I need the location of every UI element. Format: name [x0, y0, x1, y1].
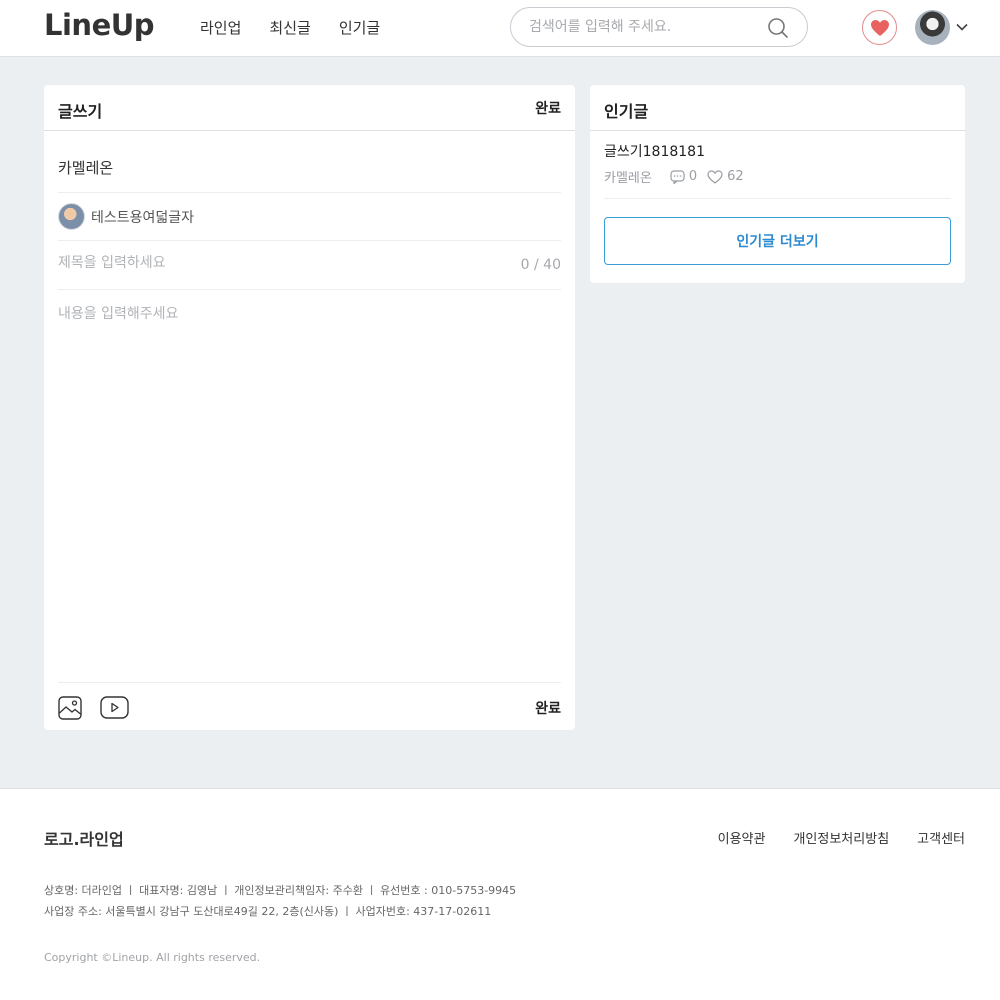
like-count-value: 62	[727, 169, 744, 184]
popular-post-author: 카멜레온	[604, 171, 652, 186]
favorites-button[interactable]	[862, 10, 897, 45]
comment-count: 0	[670, 169, 697, 184]
video-upload-icon[interactable]	[100, 696, 129, 719]
footer-link-terms[interactable]: 이용약관	[718, 828, 766, 847]
top-header: LineUp 라인업 최신글 인기글	[0, 0, 1000, 57]
category-selector[interactable]: 카멜레온	[58, 143, 561, 193]
write-card-header: 글쓰기 완료	[44, 85, 575, 131]
title-row: 0 / 40	[58, 241, 561, 290]
company-info: 상호명: 더라인업 ㅣ 대표자명: 김영남 ㅣ 개인정보관리책임자: 주수환 ㅣ…	[44, 880, 516, 922]
footer-links: 이용약관 개인정보처리방침 고객센터	[718, 828, 965, 847]
image-upload-icon[interactable]	[58, 696, 82, 720]
author-avatar	[58, 203, 85, 230]
write-post-card: 글쓰기 완료 카멜레온 테스트용여덟글자 0 / 40 완료	[44, 85, 575, 730]
done-button-top[interactable]: 완료	[535, 98, 561, 118]
search-icon[interactable]	[767, 17, 789, 39]
search-box	[510, 7, 808, 47]
author-name: 테스트용여덟글자	[91, 209, 195, 226]
comment-count-value: 0	[688, 169, 698, 184]
content-textarea[interactable]	[58, 303, 561, 678]
page-footer: 로고.라인업 이용약관 개인정보처리방침 고객센터 상호명: 더라인업 ㅣ 대표…	[0, 788, 1000, 1000]
title-char-counter: 0 / 40	[520, 257, 561, 273]
popular-posts-card: 인기글 글쓰기1818181 카멜레온 0 62 인기글 더보기	[590, 85, 965, 283]
chevron-down-icon[interactable]	[955, 20, 969, 34]
profile-avatar[interactable]	[915, 10, 950, 45]
nav-item-popular[interactable]: 인기글	[339, 17, 380, 38]
write-card-title: 글쓰기	[58, 102, 103, 121]
company-info-line-1: 상호명: 더라인업 ㅣ 대표자명: 김영남 ㅣ 개인정보관리책임자: 주수환 ㅣ…	[44, 884, 517, 897]
like-count: 62	[707, 169, 744, 184]
done-button-bottom[interactable]: 완료	[535, 698, 561, 718]
title-input[interactable]	[58, 255, 498, 271]
heart-icon	[870, 19, 889, 36]
popular-post-title[interactable]: 글쓰기1818181	[604, 141, 705, 161]
popular-card-header: 인기글	[590, 85, 965, 131]
nav-item-latest[interactable]: 최신글	[269, 17, 310, 38]
footer-link-support[interactable]: 고객센터	[917, 828, 965, 847]
editor-toolbar: 완료	[58, 682, 561, 730]
company-info-line-2: 사업장 주소: 서울특별시 강남구 도산대로49길 22, 2층(신사동) ㅣ …	[44, 905, 492, 918]
nav-item-lineup[interactable]: 라인업	[200, 17, 241, 38]
comment-icon	[670, 169, 685, 184]
heart-outline-icon	[707, 169, 723, 184]
footer-logo: 로고.라인업	[44, 830, 124, 849]
more-popular-button[interactable]: 인기글 더보기	[604, 217, 951, 265]
author-row: 테스트용여덟글자	[58, 193, 561, 241]
popular-post-meta: 카멜레온 0 62	[604, 167, 754, 186]
main-nav: 라인업 최신글 인기글	[200, 17, 380, 38]
copyright: Copyright ©Lineup. All rights reserved.	[44, 951, 261, 964]
footer-link-privacy[interactable]: 개인정보처리방침	[793, 828, 889, 847]
popular-card-title: 인기글	[604, 102, 649, 121]
popular-post-item[interactable]: 글쓰기1818181 카멜레온 0 62	[604, 141, 951, 199]
search-input[interactable]	[529, 17, 759, 37]
logo[interactable]: LineUp	[44, 8, 155, 42]
